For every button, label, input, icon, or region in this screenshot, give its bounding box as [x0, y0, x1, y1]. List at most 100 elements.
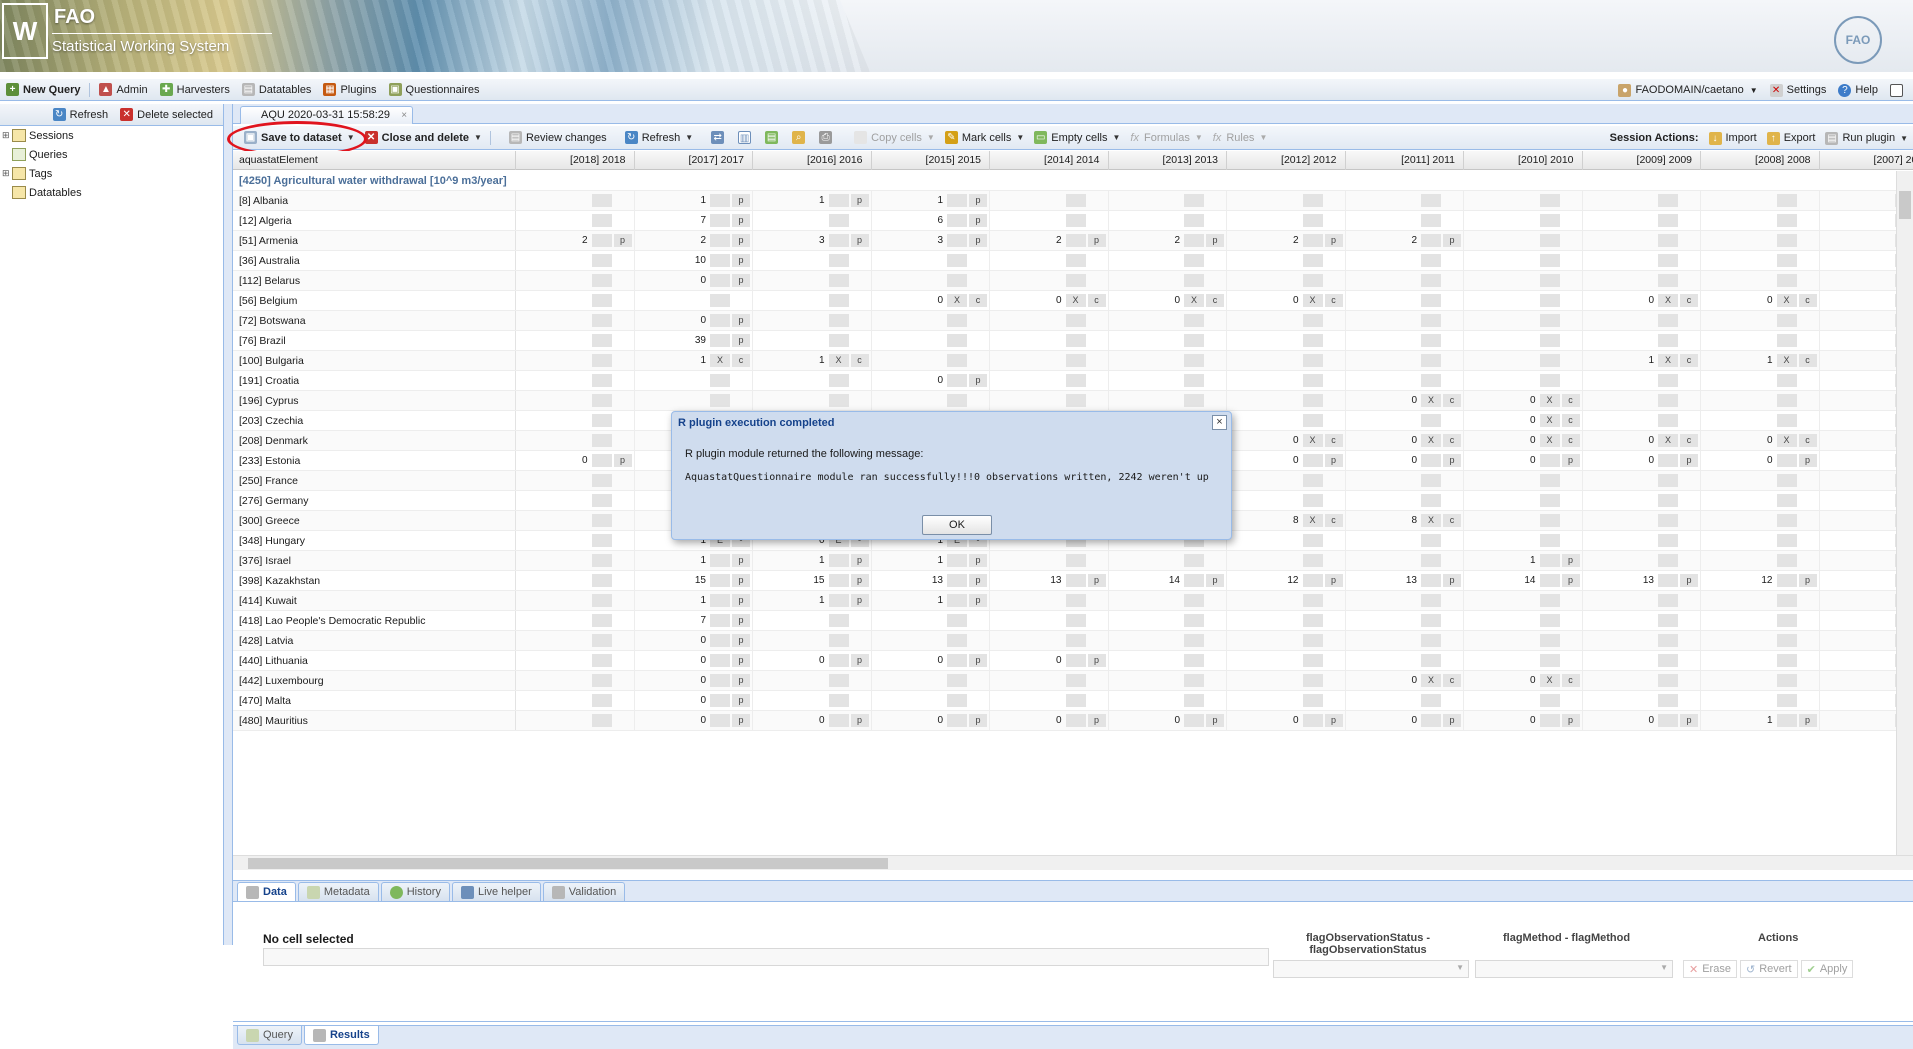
- data-cell[interactable]: [1820, 631, 1897, 650]
- data-cell[interactable]: [1820, 391, 1897, 410]
- print-button[interactable]: ⎙: [814, 127, 841, 149]
- data-cell[interactable]: 0Xc: [1346, 431, 1465, 450]
- data-cell[interactable]: [1820, 291, 1897, 310]
- data-cell[interactable]: [635, 391, 754, 410]
- data-cell[interactable]: 0Xc: [1701, 431, 1820, 450]
- delete-selected-button[interactable]: ✕Delete selected: [114, 105, 219, 125]
- data-cell[interactable]: [516, 551, 635, 570]
- data-cell[interactable]: [516, 691, 635, 710]
- tab-data[interactable]: Data: [237, 882, 296, 901]
- flag-status-select[interactable]: ▼: [1273, 960, 1469, 978]
- data-cell[interactable]: [1464, 511, 1583, 530]
- data-cell[interactable]: [1227, 471, 1346, 490]
- data-cell[interactable]: [872, 311, 991, 330]
- refresh-sessions-button[interactable]: ↻Refresh: [47, 105, 115, 125]
- data-cell[interactable]: [872, 611, 991, 630]
- revert-button[interactable]: ↺Revert: [1740, 960, 1798, 978]
- data-cell[interactable]: [1109, 271, 1228, 290]
- data-cell[interactable]: 0p: [635, 271, 754, 290]
- data-cell[interactable]: [1701, 191, 1820, 210]
- row-label[interactable]: [233] Estonia: [233, 451, 516, 470]
- data-cell[interactable]: [1227, 211, 1346, 230]
- data-cell[interactable]: [990, 591, 1109, 610]
- data-cell[interactable]: 0Xc: [872, 291, 991, 310]
- data-cell[interactable]: [990, 311, 1109, 330]
- data-cell[interactable]: [1464, 591, 1583, 610]
- data-cell[interactable]: [990, 251, 1109, 270]
- data-cell[interactable]: [1346, 531, 1465, 550]
- data-cell[interactable]: 0p: [753, 651, 872, 670]
- run-plugin-button[interactable]: ▤Run plugin▼: [1820, 127, 1913, 149]
- expand-icon[interactable]: ⊞: [2, 168, 12, 179]
- data-cell[interactable]: [1346, 311, 1465, 330]
- data-cell[interactable]: 15p: [753, 571, 872, 590]
- tab-query[interactable]: Query: [237, 1026, 302, 1045]
- data-cell[interactable]: 1p: [635, 551, 754, 570]
- column-header[interactable]: [2014] 2014: [990, 151, 1109, 170]
- row-label[interactable]: [348] Hungary: [233, 531, 516, 550]
- data-cell[interactable]: [1109, 251, 1228, 270]
- data-cell[interactable]: [516, 191, 635, 210]
- columns-button[interactable]: ▥: [733, 127, 760, 149]
- tree-item-queries[interactable]: Queries: [0, 145, 223, 164]
- data-cell[interactable]: [1109, 631, 1228, 650]
- data-cell[interactable]: [1583, 271, 1702, 290]
- data-cell[interactable]: 0p: [872, 651, 991, 670]
- harvesters-button[interactable]: ✚Harvesters: [154, 80, 236, 100]
- data-cell[interactable]: [1820, 491, 1897, 510]
- data-cell[interactable]: 0Xc: [1464, 671, 1583, 690]
- data-cell[interactable]: [1109, 651, 1228, 670]
- chevron-down-icon[interactable]: ▼: [1900, 134, 1908, 143]
- data-cell[interactable]: [1464, 271, 1583, 290]
- data-cell[interactable]: 12p: [1701, 571, 1820, 590]
- data-cell[interactable]: [1701, 391, 1820, 410]
- data-cell[interactable]: 10p: [635, 251, 754, 270]
- data-cell[interactable]: [1464, 531, 1583, 550]
- data-cell[interactable]: [1583, 231, 1702, 250]
- chevron-down-icon[interactable]: ▼: [1016, 133, 1024, 142]
- data-cell[interactable]: 0Xc: [1109, 291, 1228, 310]
- data-cell[interactable]: 0Xc: [1227, 431, 1346, 450]
- data-cell[interactable]: [1701, 251, 1820, 270]
- data-cell[interactable]: [1583, 591, 1702, 610]
- data-cell[interactable]: 0Xc: [1346, 391, 1465, 410]
- data-cell[interactable]: 0Xc: [1701, 291, 1820, 310]
- data-cell[interactable]: [1464, 371, 1583, 390]
- data-cell[interactable]: [1820, 591, 1897, 610]
- data-cell[interactable]: [753, 251, 872, 270]
- pivot-button[interactable]: ⇄: [706, 127, 733, 149]
- chevron-down-icon[interactable]: ▼: [1113, 133, 1121, 142]
- data-cell[interactable]: [1820, 711, 1897, 730]
- data-cell[interactable]: 0p: [1583, 711, 1702, 730]
- data-cell[interactable]: [1820, 271, 1897, 290]
- data-cell[interactable]: 13p: [1346, 571, 1465, 590]
- data-cell[interactable]: [1346, 551, 1465, 570]
- data-cell[interactable]: 0Xc: [1583, 291, 1702, 310]
- data-cell[interactable]: [990, 631, 1109, 650]
- settings-button[interactable]: ✕Settings: [1764, 80, 1833, 100]
- data-cell[interactable]: 0p: [635, 651, 754, 670]
- data-cell[interactable]: [753, 291, 872, 310]
- data-cell[interactable]: [1820, 531, 1897, 550]
- data-cell[interactable]: [1820, 371, 1897, 390]
- data-cell[interactable]: 2p: [990, 231, 1109, 250]
- data-cell[interactable]: [1820, 411, 1897, 430]
- data-cell[interactable]: [516, 651, 635, 670]
- data-cell[interactable]: [753, 271, 872, 290]
- data-cell[interactable]: [1464, 191, 1583, 210]
- data-cell[interactable]: [1820, 511, 1897, 530]
- data-cell[interactable]: [1346, 271, 1465, 290]
- row-label[interactable]: [376] Israel: [233, 551, 516, 570]
- row-label[interactable]: [8] Albania: [233, 191, 516, 210]
- tab-results[interactable]: Results: [304, 1026, 379, 1045]
- data-cell[interactable]: [1109, 391, 1228, 410]
- data-cell[interactable]: 1p: [753, 191, 872, 210]
- data-cell[interactable]: [1701, 411, 1820, 430]
- data-cell[interactable]: [872, 251, 991, 270]
- data-cell[interactable]: 1p: [753, 591, 872, 610]
- data-cell[interactable]: [1583, 211, 1702, 230]
- data-cell[interactable]: [516, 211, 635, 230]
- data-cell[interactable]: 13p: [1583, 571, 1702, 590]
- data-cell[interactable]: [1820, 311, 1897, 330]
- data-cell[interactable]: [1701, 211, 1820, 230]
